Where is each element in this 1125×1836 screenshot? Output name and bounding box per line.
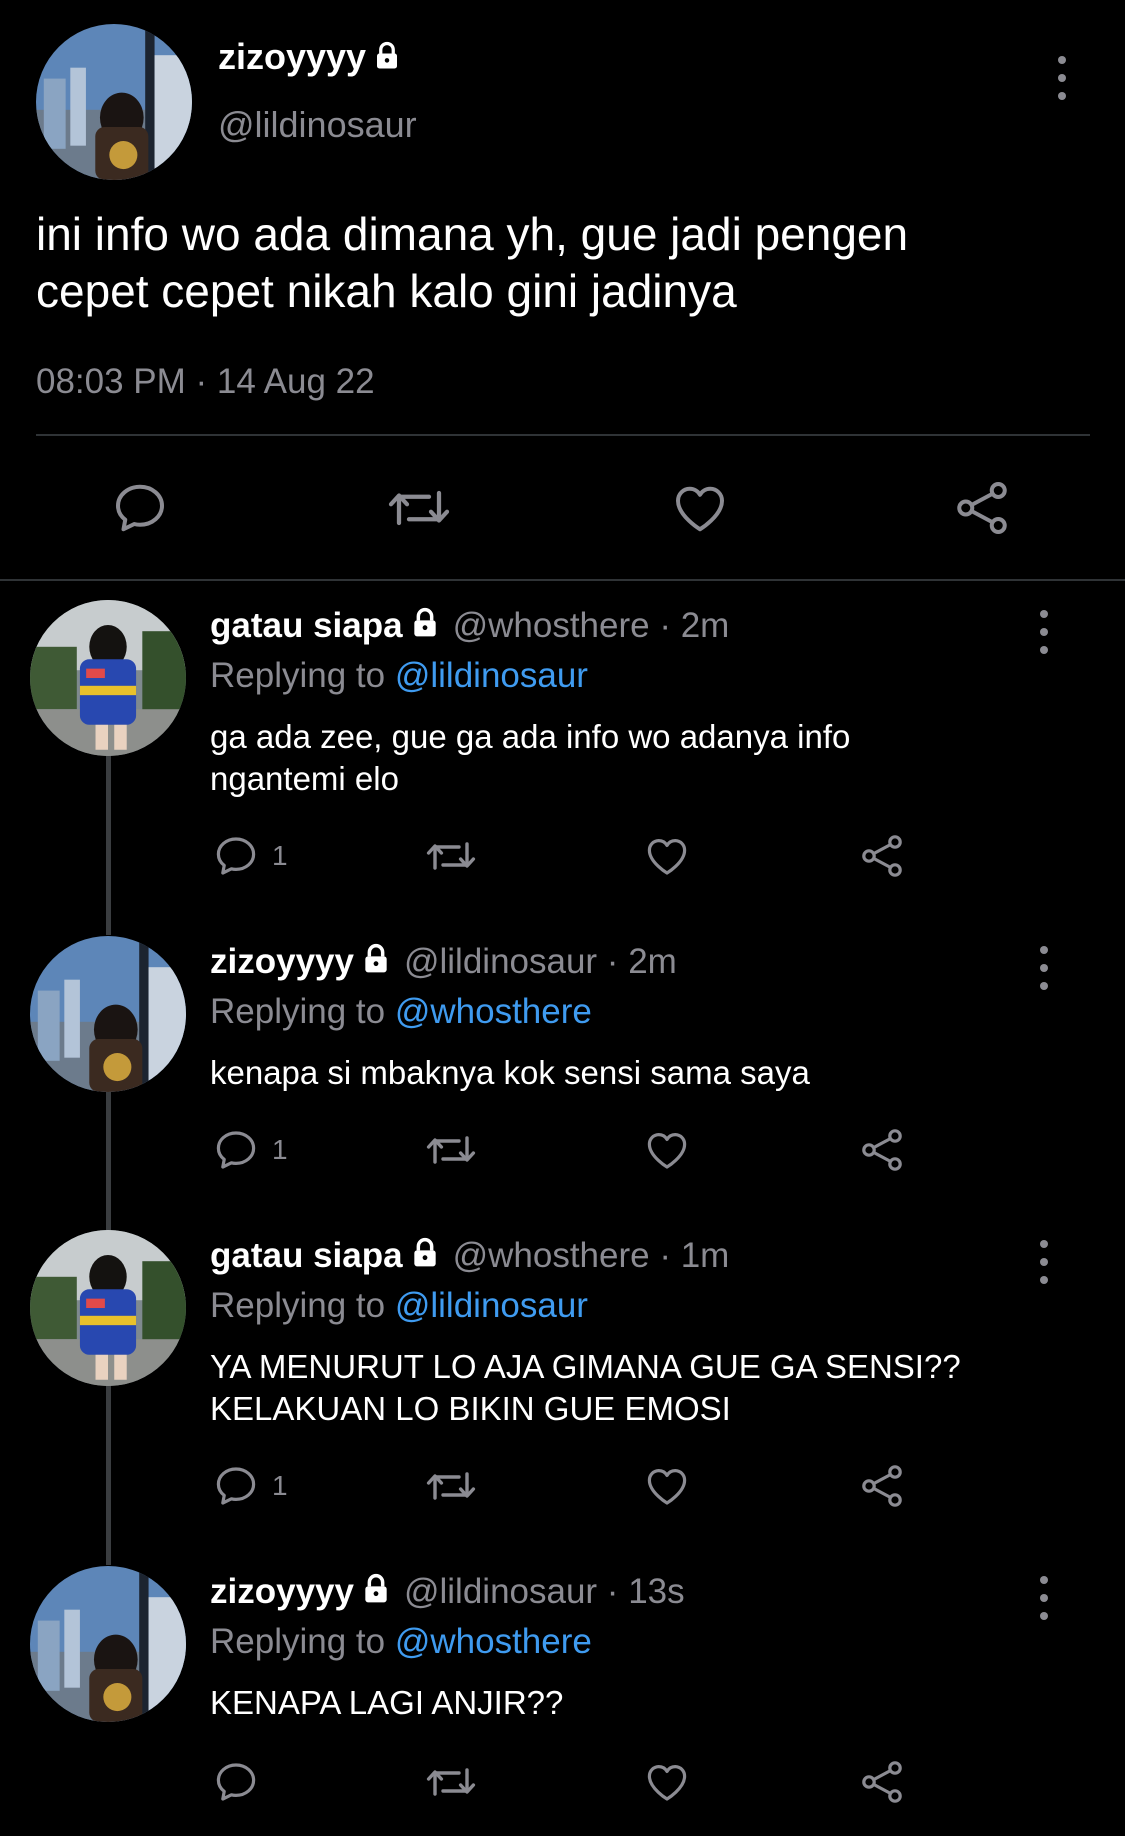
divider <box>36 434 1090 436</box>
reply-actions <box>0 1758 1125 1810</box>
mention-link[interactable]: @lildinosaur <box>395 656 588 695</box>
reply-icon[interactable] <box>212 1126 260 1174</box>
tweet-timestamp[interactable]: 08:03 PM · 14 Aug 22 <box>36 362 375 402</box>
retweet-icon[interactable] <box>424 1126 478 1174</box>
reply-icon[interactable] <box>212 1758 260 1806</box>
retweet-icon[interactable] <box>424 1758 478 1806</box>
reply-tweet: gatau siapa @whosthere · 1m Replying to @… <box>0 1230 1125 1530</box>
lock-icon <box>372 38 402 80</box>
handle-time[interactable]: @whosthere · 2m <box>453 606 730 645</box>
more-vertical-icon[interactable] <box>1032 946 1056 990</box>
heart-icon[interactable] <box>643 1126 691 1174</box>
lock-icon <box>409 1237 441 1278</box>
divider <box>0 579 1125 581</box>
lock-icon <box>409 607 441 648</box>
reply-actions: 1 <box>0 832 1125 884</box>
handle-time[interactable]: @whosthere · 1m <box>453 1236 730 1275</box>
lock-icon <box>360 1573 392 1614</box>
more-vertical-icon[interactable] <box>1032 1240 1056 1284</box>
more-vertical-icon[interactable] <box>1032 610 1056 654</box>
replying-label: Replying to <box>210 656 386 695</box>
reply-icon[interactable] <box>212 1462 260 1510</box>
more-vertical-icon[interactable] <box>1050 56 1074 100</box>
display-name-text: gatau siapa <box>210 1236 403 1275</box>
reply-text: YA MENURUT LO AJA GIMANA GUE GA SENSI?? … <box>210 1348 961 1427</box>
heart-icon[interactable] <box>643 1758 691 1806</box>
handle-time[interactable]: @lildinosaur · 2m <box>404 942 677 981</box>
main-tweet: zizoyyyy @lildinosaur ini info wo ada di… <box>0 0 1125 580</box>
share-icon[interactable] <box>858 1758 906 1806</box>
display-name[interactable]: gatau siapa @whosthere · 2m <box>210 606 729 648</box>
replying-to: Replying to @lildinosaur <box>210 656 588 696</box>
replying-to: Replying to @whosthere <box>210 992 592 1032</box>
mention-link[interactable]: @whosthere <box>395 1622 592 1661</box>
reply-icon[interactable] <box>110 478 170 538</box>
lock-icon <box>360 943 392 984</box>
handle[interactable]: @lildinosaur <box>218 104 417 146</box>
avatar[interactable] <box>36 24 192 180</box>
retweet-icon[interactable] <box>424 1462 478 1510</box>
handle-time[interactable]: @lildinosaur · 13s <box>404 1572 685 1611</box>
mention-link[interactable]: @lildinosaur <box>395 1286 588 1325</box>
replying-label: Replying to <box>210 1286 386 1325</box>
display-name[interactable]: zizoyyyy <box>218 36 402 80</box>
heart-icon[interactable] <box>643 1462 691 1510</box>
share-icon[interactable] <box>858 832 906 880</box>
reply-icon[interactable] <box>212 832 260 880</box>
retweet-icon[interactable] <box>386 478 452 538</box>
display-name[interactable]: zizoyyyy @lildinosaur · 2m <box>210 942 677 984</box>
reply-actions: 1 <box>0 1126 1125 1178</box>
display-name-text: zizoyyyy <box>210 942 354 981</box>
replying-label: Replying to <box>210 1622 386 1661</box>
mention-link[interactable]: @whosthere <box>395 992 592 1031</box>
replying-to: Replying to @whosthere <box>210 1622 592 1662</box>
share-icon[interactable] <box>952 478 1012 538</box>
reply-count: 1 <box>272 840 288 871</box>
avatar[interactable] <box>30 600 186 756</box>
display-name[interactable]: gatau siapa @whosthere · 1m <box>210 1236 729 1278</box>
avatar[interactable] <box>30 1230 186 1386</box>
tweet-actions <box>0 472 1125 544</box>
share-icon[interactable] <box>858 1126 906 1174</box>
reply-actions: 1 <box>0 1462 1125 1514</box>
reply-count: 1 <box>272 1470 288 1501</box>
reply-tweet: zizoyyyy @lildinosaur · 13s Replying to @… <box>0 1566 1125 1836</box>
avatar[interactable] <box>30 936 186 1092</box>
reply-tweet: zizoyyyy @lildinosaur · 2m Replying to @w… <box>0 936 1125 1216</box>
reply-text: ga ada zee, gue ga ada info wo adanya in… <box>210 718 851 797</box>
display-name-text: zizoyyyy <box>210 1572 354 1611</box>
share-icon[interactable] <box>858 1462 906 1510</box>
reply-text: KENAPA LAGI ANJIR?? <box>210 1684 564 1721</box>
replying-to: Replying to @lildinosaur <box>210 1286 588 1326</box>
avatar[interactable] <box>30 1566 186 1722</box>
reply-text: kenapa si mbaknya kok sensi sama saya <box>210 1054 810 1091</box>
display-name-text: zizoyyyy <box>218 36 367 77</box>
display-name-text: gatau siapa <box>210 606 403 645</box>
heart-icon[interactable] <box>643 832 691 880</box>
retweet-icon[interactable] <box>424 832 478 880</box>
more-vertical-icon[interactable] <box>1032 1576 1056 1620</box>
replying-label: Replying to <box>210 992 386 1031</box>
display-name[interactable]: zizoyyyy @lildinosaur · 13s <box>210 1572 685 1614</box>
tweet-text: ini info wo ada dimana yh, gue jadi peng… <box>36 208 909 317</box>
reply-tweet: gatau siapa @whosthere · 2m Replying to @… <box>0 600 1125 900</box>
reply-count: 1 <box>272 1134 288 1165</box>
heart-icon[interactable] <box>670 478 730 538</box>
